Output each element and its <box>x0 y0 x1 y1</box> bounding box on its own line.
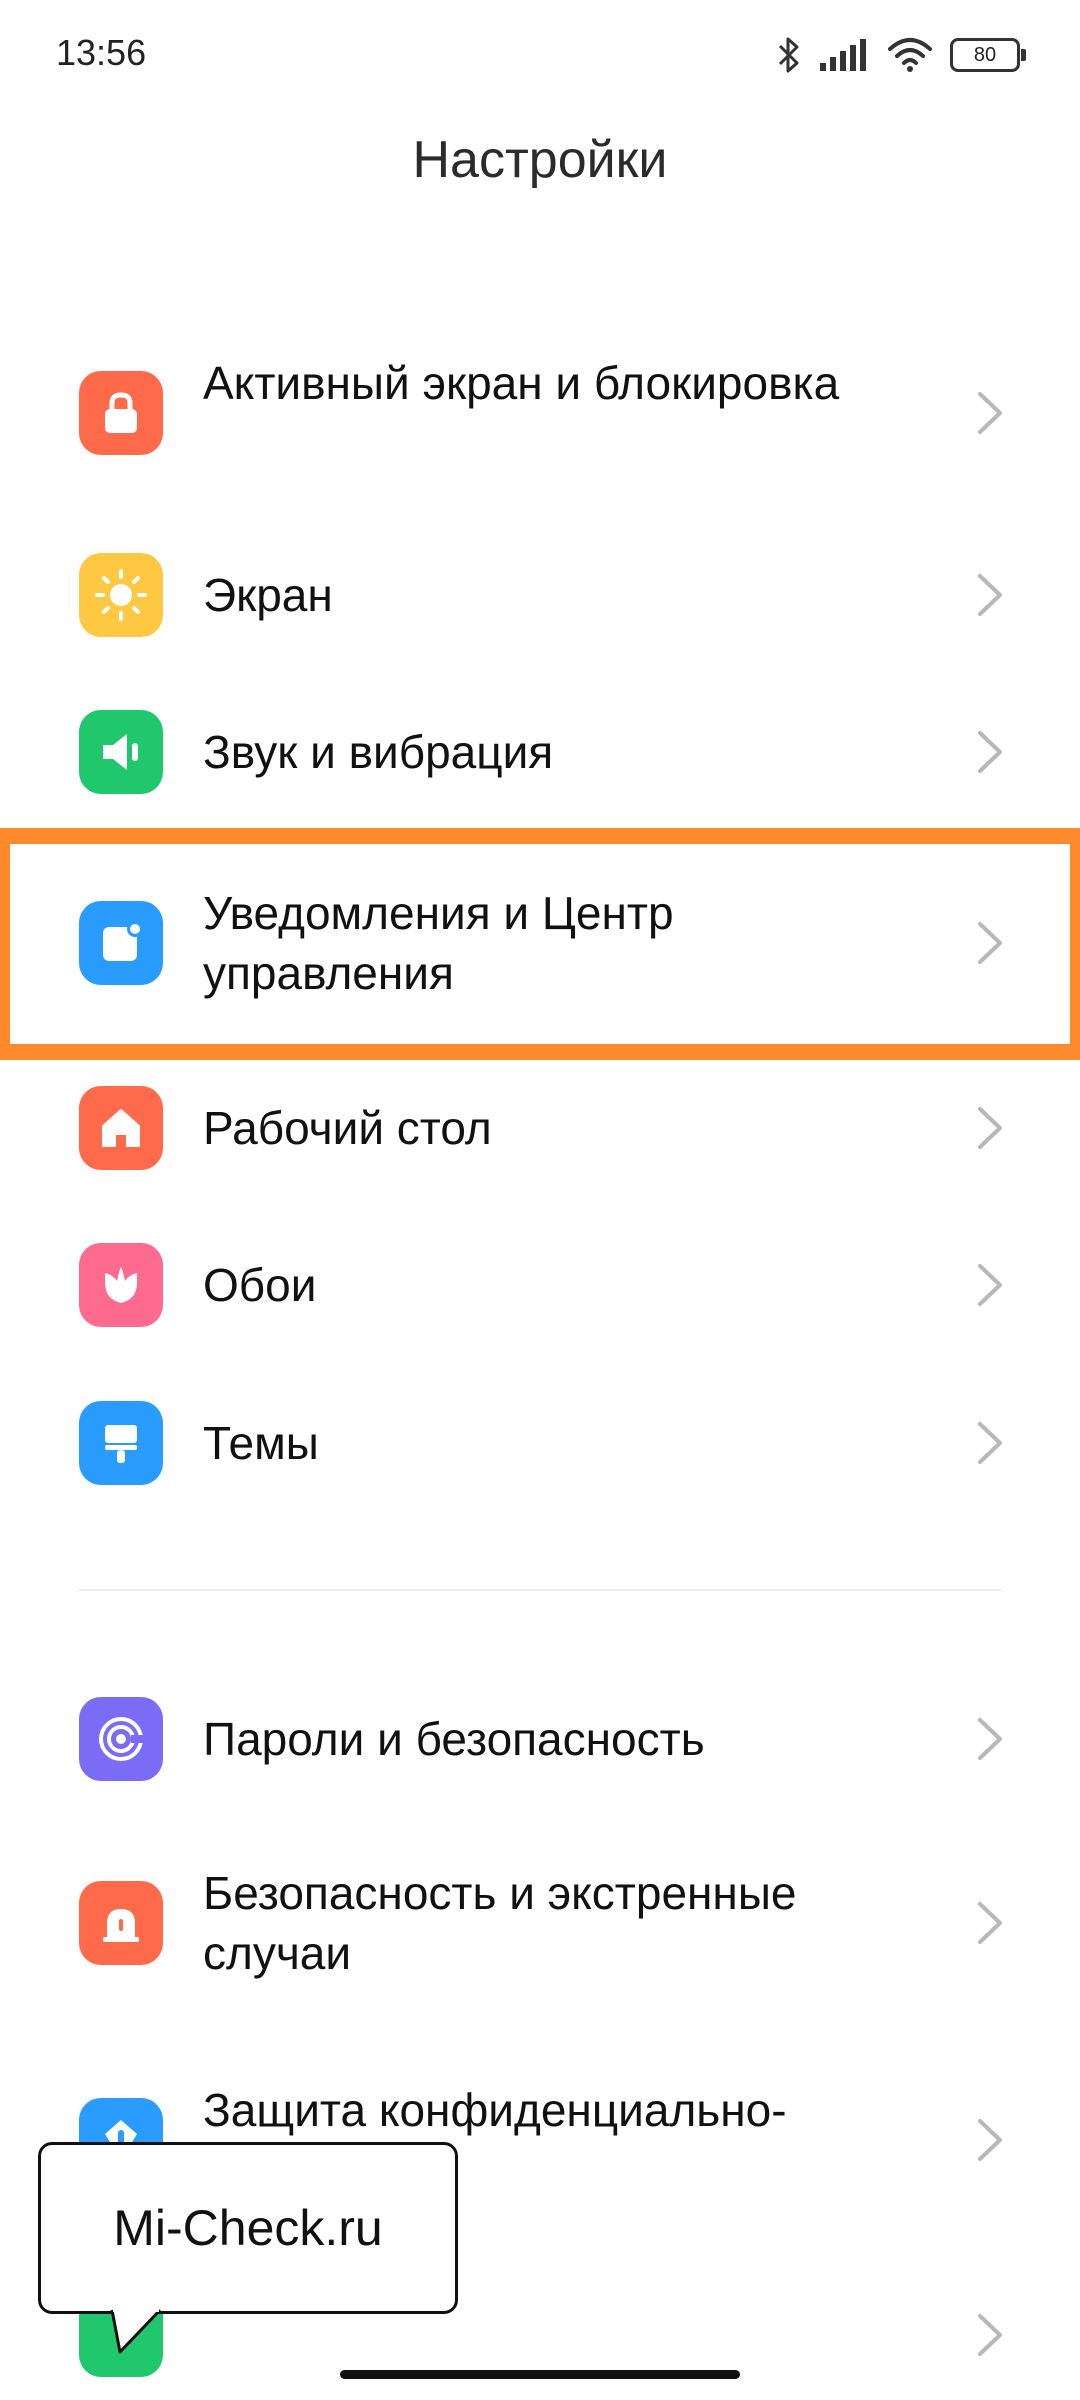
settings-item-sound[interactable]: Звук и вибрация <box>0 697 1080 807</box>
settings-item-label: Звук и вибрация <box>203 726 554 778</box>
alarm-icon <box>79 1881 163 1965</box>
flower-icon <box>79 1243 163 1327</box>
settings-item-wallpaper[interactable]: Обои <box>0 1230 1080 1340</box>
settings-item-emergency[interactable]: Безопасность и экстренные случаи <box>0 1858 1080 1988</box>
watermark-label: Mi-Check.ru <box>38 2142 458 2314</box>
settings-item-label: Темы <box>203 1417 319 1469</box>
section-divider <box>79 1589 1001 1591</box>
settings-item-home-screen[interactable]: Рабочий стол <box>0 1073 1080 1183</box>
settings-item-label: Пароли и безопасность <box>203 1713 705 1765</box>
chevron-right-icon <box>978 1107 1002 1149</box>
paintbrush-icon <box>79 1401 163 1485</box>
settings-item-themes[interactable]: Темы <box>0 1388 1080 1498</box>
speaker-icon <box>79 710 163 794</box>
fingerprint-icon <box>79 1697 163 1781</box>
chevron-right-icon <box>978 731 1002 773</box>
settings-item-display[interactable]: Экран <box>0 540 1080 650</box>
chevron-right-icon <box>978 1718 1002 1760</box>
settings-item-label: Активный экран и блокировка <box>203 357 840 409</box>
wifi-icon <box>888 38 932 72</box>
page-title: Настройки <box>412 131 668 189</box>
chevron-right-icon <box>978 2119 1002 2161</box>
status-bar: 13:56 80 <box>0 0 1080 110</box>
chevron-right-icon <box>978 392 1002 434</box>
settings-item-lock-screen[interactable]: Активный экран и блокировка <box>0 348 1080 478</box>
settings-item-label: Безопасность и экстренные случаи <box>203 1867 797 1979</box>
status-time: 13:56 <box>56 32 147 73</box>
highlight-frame <box>0 828 1080 1060</box>
chevron-right-icon <box>978 574 1002 616</box>
chevron-right-icon <box>978 1902 1002 1944</box>
settings-item-label: Обои <box>203 1259 317 1311</box>
settings-item-passwords-security[interactable]: Пароли и безопасность <box>0 1684 1080 1794</box>
home-indicator[interactable] <box>340 2370 740 2379</box>
settings-item-label: Защита конфиденциально- <box>203 2084 787 2136</box>
battery-level: 80 <box>973 43 997 66</box>
cellular-signal-icon <box>820 39 866 71</box>
settings-item-label: Экран <box>203 569 333 621</box>
bluetooth-icon <box>778 37 799 73</box>
chevron-right-icon <box>978 2314 1002 2356</box>
home-icon <box>79 1086 163 1170</box>
speech-bubble-tail <box>110 2308 162 2354</box>
brightness-icon <box>79 553 163 637</box>
chevron-right-icon <box>978 1422 1002 1464</box>
status-icons: 80 <box>776 30 1026 80</box>
lock-icon <box>79 371 163 455</box>
chevron-right-icon <box>978 1264 1002 1306</box>
battery-icon: 80 <box>950 38 1026 72</box>
settings-item-label: Рабочий стол <box>203 1102 492 1154</box>
